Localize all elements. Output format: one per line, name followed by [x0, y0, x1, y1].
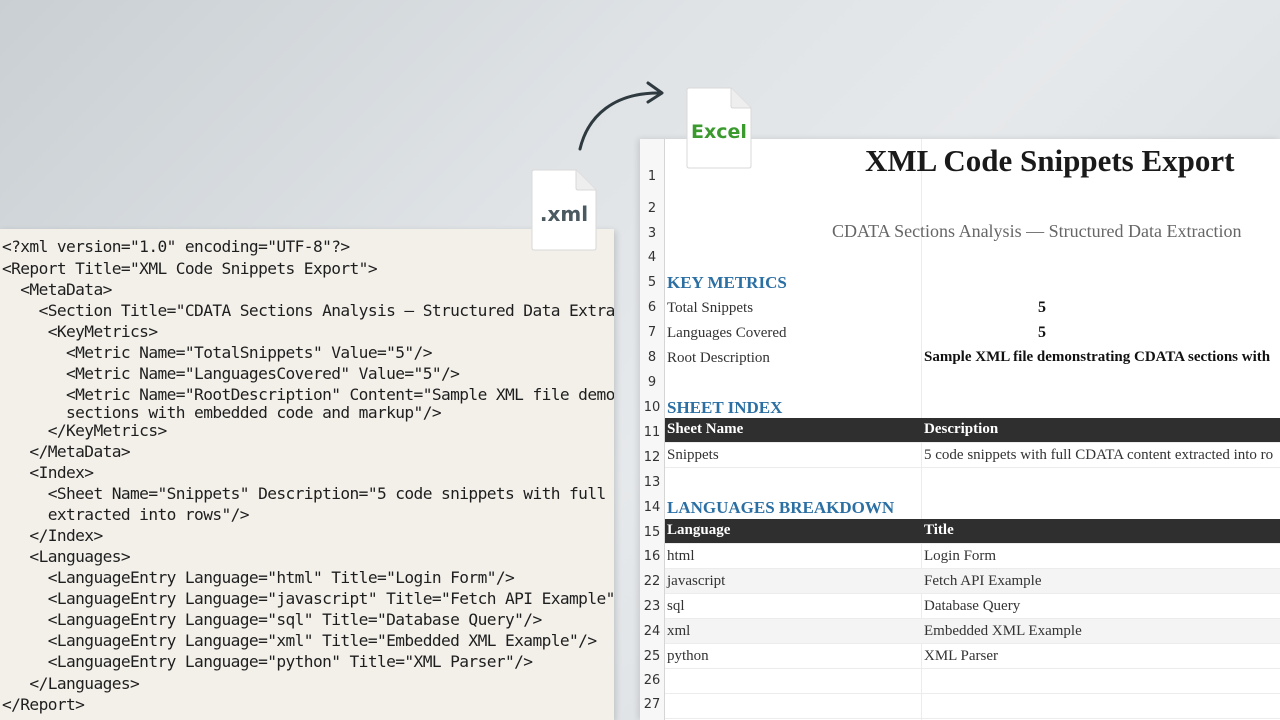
row-number: 27 [643, 697, 661, 712]
code-line: <LanguageEntry Language="xml" Title="Emb… [2, 631, 597, 650]
row-number: 12 [643, 450, 661, 465]
row-number: 7 [647, 325, 657, 340]
row-number: 3 [647, 226, 657, 241]
sheet-title: XML Code Snippets Export [865, 143, 1235, 178]
xml-code-panel: <?xml version="1.0" encoding="UTF-8"?> <… [0, 229, 614, 720]
row-number: 11 [643, 425, 661, 440]
row-number: 22 [643, 574, 661, 589]
row-number: 23 [643, 599, 661, 614]
code-line: </KeyMetrics> [2, 421, 168, 440]
metric-label: Root Description [667, 350, 770, 366]
code-line: <LanguageEntry Language="sql" Title="Dat… [2, 610, 542, 629]
languages-header-language: Language [667, 522, 731, 538]
code-line: <LanguageEntry Language="javascript" Tit… [2, 589, 614, 608]
code-line: <Languages> [2, 547, 131, 566]
code-line: extracted into rows"/> [2, 505, 250, 524]
row-number: 6 [647, 300, 657, 315]
languages-header-title: Title [924, 522, 954, 538]
language-cell: html [667, 548, 695, 564]
row-number: 24 [643, 624, 661, 639]
title-cell: Embedded XML Example [924, 623, 1082, 639]
row-number: 2 [647, 201, 657, 216]
code-line: <Section Title="CDATA Sections Analysis … [2, 301, 614, 320]
code-line: <Metric Name="LanguagesCovered" Value="5… [2, 364, 460, 383]
table-row: html Login Form [665, 544, 1280, 569]
table-row: Snippets 5 code snippets with full CDATA… [665, 443, 1280, 468]
sheet-subtitle: CDATA Sections Analysis — Structured Dat… [832, 221, 1242, 241]
metric-value: 5 [1038, 299, 1046, 316]
row-number: 10 [643, 400, 661, 415]
empty-row [665, 669, 1280, 694]
language-cell: sql [667, 598, 685, 614]
table-row: sql Database Query [665, 594, 1280, 619]
title-cell: Login Form [924, 548, 997, 564]
row-number: 14 [643, 500, 661, 515]
index-sheet-description: 5 code snippets with full CDATA content … [924, 447, 1274, 463]
code-line: <MetaData> [2, 280, 112, 299]
index-header-row: Sheet Name Description [665, 418, 1280, 443]
table-row: python XML Parser [665, 644, 1280, 669]
code-line: <Index> [2, 463, 94, 482]
code-line: <?xml version="1.0" encoding="UTF-8"?> [2, 237, 350, 256]
excel-file-label: Excel [691, 121, 747, 143]
excel-sheet: 1 2 3 4 5 6 7 8 9 10 11 12 13 14 15 16 2… [640, 139, 1280, 720]
code-line: sections with embedded code and markup"/… [2, 403, 442, 422]
table-row: xml Embedded XML Example [665, 619, 1280, 644]
title-cell: Database Query [924, 598, 1021, 614]
key-metrics-heading: KEY METRICS [667, 273, 787, 292]
language-cell: python [667, 648, 709, 664]
code-line: </MetaData> [2, 442, 131, 461]
index-header-description: Description [924, 421, 999, 437]
languages-heading: LANGUAGES BREAKDOWN [667, 498, 895, 517]
row-number: 13 [643, 475, 661, 490]
metric-value: 5 [1038, 324, 1046, 341]
row-number: 25 [643, 649, 661, 664]
table-row: javascript Fetch API Example [665, 569, 1280, 594]
language-cell: xml [667, 623, 691, 639]
row-number: 15 [643, 525, 661, 540]
metric-label: Total Snippets [667, 300, 754, 316]
code-line: </Index> [2, 526, 103, 545]
row-number: 1 [647, 169, 657, 184]
metric-value: Sample XML file demonstrating CDATA sect… [924, 349, 1271, 365]
sheet-index-heading: SHEET INDEX [667, 398, 783, 417]
code-line: <Sheet Name="Snippets" Description="5 co… [2, 484, 607, 503]
metric-label: Languages Covered [667, 325, 787, 341]
code-line: <LanguageEntry Language="python" Title="… [2, 652, 533, 671]
language-cell: javascript [667, 573, 726, 589]
code-line: </Report> [2, 695, 85, 714]
title-cell: XML Parser [924, 648, 999, 664]
row-number: 16 [643, 549, 661, 564]
languages-header-row: Language Title [665, 519, 1280, 544]
row-number: 8 [647, 350, 657, 365]
title-cell: Fetch API Example [924, 573, 1042, 589]
row-number: 4 [647, 250, 657, 265]
excel-file-icon: Excel [685, 86, 753, 170]
row-number: 9 [647, 375, 657, 390]
code-line: <LanguageEntry Language="html" Title="Lo… [2, 568, 515, 587]
code-line: <Metric Name="TotalSnippets" Value="5"/> [2, 343, 432, 362]
code-line: <KeyMetrics> [2, 322, 158, 341]
code-line: <Report Title="XML Code Snippets Export"… [2, 259, 378, 278]
index-sheet-name: Snippets [667, 447, 719, 463]
xml-file-icon: .xml [530, 168, 598, 252]
row-number: 5 [647, 275, 657, 290]
code-line: </Languages> [2, 674, 140, 693]
index-header-name: Sheet Name [667, 421, 744, 437]
empty-row [665, 694, 1280, 719]
code-line: <Metric Name="RootDescription" Content="… [2, 385, 614, 404]
xml-file-label: .xml [539, 202, 589, 226]
row-number: 26 [643, 673, 661, 688]
